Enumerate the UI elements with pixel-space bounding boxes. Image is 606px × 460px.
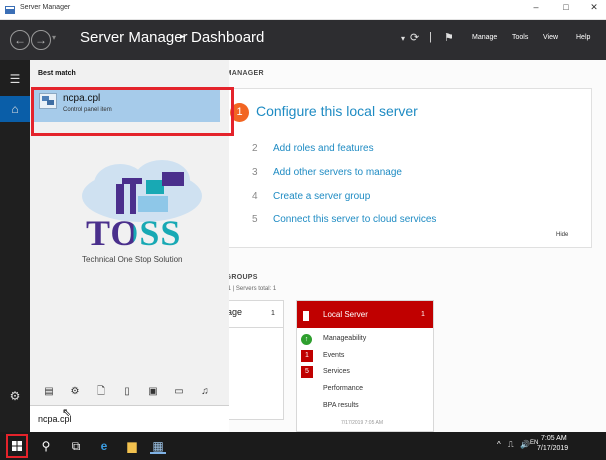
menu-help[interactable]: Help bbox=[576, 34, 590, 41]
manageability-ok-icon: ↑ bbox=[301, 334, 312, 345]
photos-filter-icon[interactable]: ▣ bbox=[146, 385, 160, 399]
server-manager-app-icon bbox=[5, 6, 15, 14]
breadcrumb-app: Server Manager bbox=[80, 29, 188, 46]
tile-title: Local Server bbox=[323, 310, 368, 319]
tile-row-services[interactable]: Services bbox=[323, 368, 350, 375]
minimize-button[interactable]: – bbox=[526, 2, 546, 12]
taskbar: ⚲ ⧉ e ▆ ▦ ^ ⎍ 🔊 EN 7:05 AM 7/17/2019 bbox=[0, 432, 606, 460]
documents-filter-icon[interactable]: 🗋 bbox=[94, 385, 108, 399]
breadcrumb-page: Dashboard bbox=[191, 29, 265, 46]
notifications-flag-icon[interactable]: ⚑ bbox=[444, 31, 454, 44]
expand-menu-icon[interactable]: ☰ bbox=[0, 66, 30, 92]
task-view-icon[interactable]: ⧉ bbox=[68, 438, 84, 454]
tray-overflow-icon[interactable]: ^ bbox=[497, 440, 501, 449]
start-menu-rail: ☰ ⌂ ⚙ bbox=[0, 60, 30, 432]
tile-row-performance[interactable]: Performance bbox=[323, 385, 363, 392]
folders-filter-icon[interactable]: ▯ bbox=[120, 385, 134, 399]
tile-count: 1 bbox=[271, 310, 275, 317]
server-manager-taskbar-icon[interactable]: ▦ bbox=[150, 438, 166, 454]
create-server-group-link[interactable]: Create a server group bbox=[273, 191, 370, 202]
internet-explorer-icon[interactable]: e bbox=[96, 438, 112, 454]
result-highlight-box bbox=[31, 87, 234, 136]
tile-timestamp: 7/17/2019 7:05 AM bbox=[341, 420, 383, 426]
services-count-badge: 5 bbox=[301, 366, 313, 378]
server-manager-header: ← → ▾ Server Manager ▸ Dashboard ▾ ⟳ | ⚑… bbox=[0, 20, 606, 60]
watermark-subtitle: Technical One Stop Solution bbox=[82, 255, 183, 264]
network-icon[interactable]: ⎍ bbox=[508, 440, 514, 450]
configure-local-server-link[interactable]: Configure this local server bbox=[256, 103, 418, 119]
tile-row-manageability[interactable]: Manageability bbox=[323, 335, 366, 342]
step-number: 4 bbox=[252, 191, 258, 202]
hide-link[interactable]: Hide bbox=[556, 232, 568, 238]
start-button[interactable] bbox=[6, 434, 28, 458]
restore-button[interactable]: □ bbox=[556, 2, 576, 12]
apps-filter-icon[interactable]: ▤ bbox=[42, 385, 56, 399]
server-icon bbox=[303, 311, 309, 321]
search-icon[interactable]: ⚲ bbox=[38, 438, 54, 454]
tile-count: 1 bbox=[421, 311, 425, 318]
cloud-services-link[interactable]: Connect this server to cloud services bbox=[273, 214, 436, 225]
step-number: 3 bbox=[252, 167, 258, 178]
close-button[interactable]: ✕ bbox=[584, 2, 604, 13]
tile-row-bpa-results[interactable]: BPA results bbox=[323, 402, 359, 409]
menu-manage[interactable]: Manage bbox=[472, 34, 497, 41]
clock-date[interactable]: 7/17/2019 bbox=[537, 445, 568, 452]
best-match-label: Best match bbox=[38, 70, 76, 77]
search-input[interactable]: ncpa.cpl bbox=[30, 405, 229, 432]
local-server-tile[interactable]: Local Server 1 ↑ Manageability 1 Events … bbox=[296, 300, 434, 432]
watermark-title: TOSS bbox=[86, 213, 182, 253]
home-icon[interactable]: ⌂ bbox=[0, 96, 30, 122]
add-roles-link[interactable]: Add roles and features bbox=[273, 143, 374, 154]
refresh-icon[interactable]: ⟳ bbox=[410, 31, 419, 44]
forward-icon[interactable]: → bbox=[31, 30, 51, 50]
menu-view[interactable]: View bbox=[543, 34, 558, 41]
dropdown-dot-icon[interactable]: ▾ bbox=[401, 34, 405, 43]
mouse-pointer-icon: ⇖ bbox=[62, 407, 72, 419]
menu-tools[interactable]: Tools bbox=[512, 34, 528, 41]
tile-row-events[interactable]: Events bbox=[323, 352, 344, 359]
window-title: Server Manager bbox=[20, 4, 71, 11]
file-explorer-icon[interactable]: ▆ bbox=[124, 438, 140, 454]
back-icon[interactable]: ← bbox=[10, 30, 30, 50]
volume-icon[interactable]: 🔊 bbox=[520, 440, 530, 449]
music-filter-icon[interactable]: ♫ bbox=[198, 385, 212, 399]
add-servers-link[interactable]: Add other servers to manage bbox=[273, 167, 402, 178]
divider: | bbox=[429, 31, 432, 43]
breadcrumb-separator-icon: ▸ bbox=[180, 31, 185, 41]
step-number: 2 bbox=[252, 143, 258, 154]
events-count-badge: 1 bbox=[301, 350, 313, 362]
videos-filter-icon[interactable]: ▭ bbox=[172, 385, 186, 399]
settings-filter-icon[interactable]: ⚙ bbox=[68, 385, 82, 399]
windows-logo-icon bbox=[12, 441, 22, 451]
settings-gear-icon[interactable]: ⚙ bbox=[0, 383, 30, 409]
window-title-bar: Server Manager – □ ✕ bbox=[0, 0, 606, 20]
step-number: 5 bbox=[252, 214, 258, 225]
toss-watermark-logo: TOSS Technical One Stop Solution bbox=[72, 158, 212, 278]
clock-time[interactable]: 7:05 AM bbox=[541, 435, 567, 442]
history-dropdown-icon[interactable]: ▾ bbox=[52, 33, 56, 42]
